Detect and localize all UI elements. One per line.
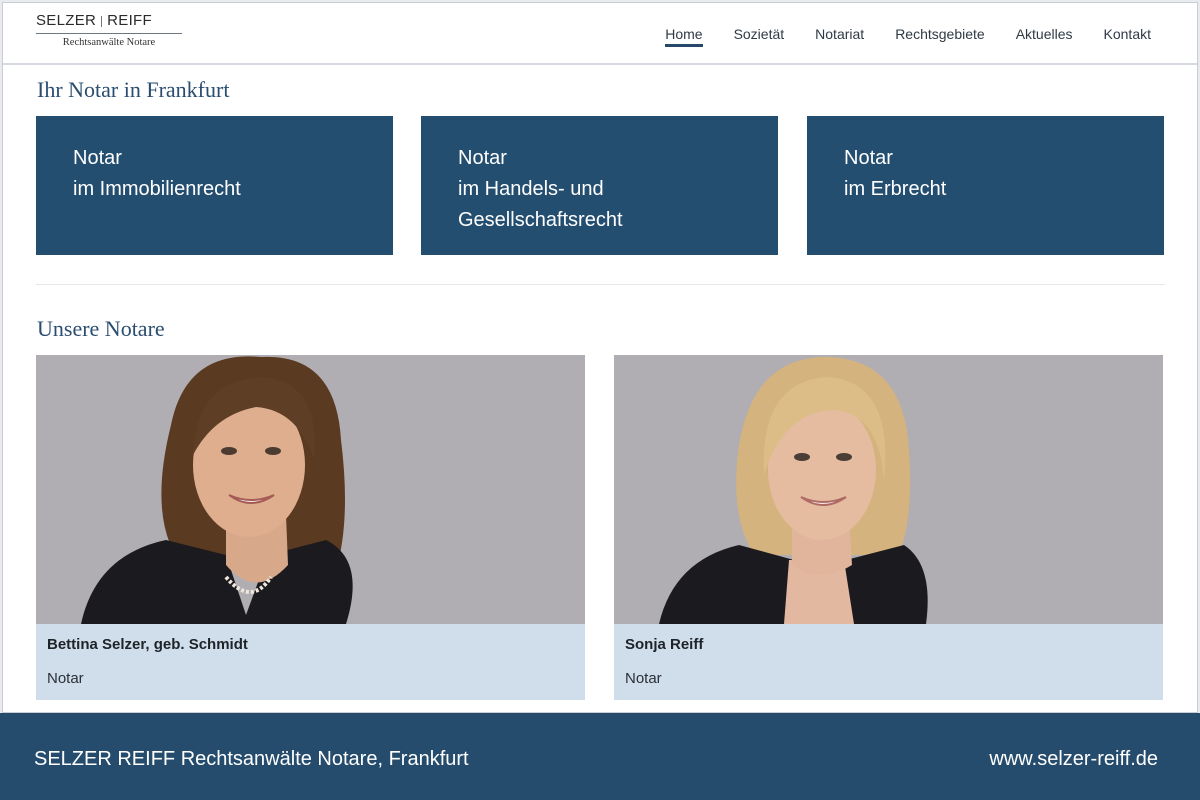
tile-line: im Erbrecht xyxy=(844,178,947,200)
nav-rechtsgebiete[interactable]: Rechtsgebiete xyxy=(895,3,985,42)
section-divider xyxy=(36,284,1165,285)
nav-aktuelles[interactable]: Aktuelles xyxy=(1016,3,1073,42)
portrait-photo xyxy=(614,355,1163,624)
site-header: SELZER REIFF Rechtsanwälte Notare Home S… xyxy=(3,3,1197,65)
tile-immobilienrecht[interactable]: Notar im Immobilienrecht xyxy=(36,116,393,255)
intro-heading: Ihr Notar in Frankfurt xyxy=(37,77,230,102)
logo-separator xyxy=(101,15,103,27)
notary-card-reiff[interactable]: Sonja Reiff Notar xyxy=(614,355,1163,700)
tile-line: Notar xyxy=(844,147,893,169)
footer-firm-name: SELZER REIFF Rechtsanwälte Notare, Frank… xyxy=(34,748,469,770)
notary-name: Bettina Selzer, geb. Schmidt xyxy=(47,636,248,653)
logo-subtitle: Rechtsanwälte Notare xyxy=(62,37,156,48)
main-navigation: Home Sozietät Notariat Rechtsgebiete Akt… xyxy=(634,3,1151,63)
portrait-illustration xyxy=(36,355,585,624)
browser-frame: SELZER REIFF Rechtsanwälte Notare Home S… xyxy=(2,2,1198,713)
notary-role: Notar xyxy=(47,670,84,687)
tile-line: Notar xyxy=(73,147,122,169)
logo-wordmark: SELZER REIFF xyxy=(36,12,186,30)
tile-line: im Handels- und xyxy=(458,178,604,200)
logo-name-right: REIFF xyxy=(107,12,152,29)
nav-kontakt[interactable]: Kontakt xyxy=(1104,3,1151,42)
site-logo[interactable]: SELZER REIFF Rechtsanwälte Notare xyxy=(36,12,186,48)
nav-home[interactable]: Home xyxy=(665,3,703,47)
tile-line: Gesellschaftsrecht xyxy=(458,209,623,231)
notary-role: Notar xyxy=(625,670,662,687)
tile-line: Notar xyxy=(458,147,507,169)
notary-card-selzer[interactable]: Bettina Selzer, geb. Schmidt Notar xyxy=(36,355,585,700)
footer-website[interactable]: www.selzer-reiff.de xyxy=(989,748,1158,771)
caption-footer: SELZER REIFF Rechtsanwälte Notare, Frank… xyxy=(0,713,1200,800)
nav-notariat[interactable]: Notariat xyxy=(815,3,864,42)
team-heading: Unsere Notare xyxy=(37,316,165,341)
nav-sozietaet[interactable]: Sozietät xyxy=(734,3,785,42)
tile-handels-gesellschaftsrecht[interactable]: Notar im Handels- und Gesellschaftsrecht xyxy=(421,116,778,255)
tile-line: im Immobilienrecht xyxy=(73,178,241,200)
portrait-photo xyxy=(36,355,585,624)
logo-rule xyxy=(36,33,182,34)
notary-name: Sonja Reiff xyxy=(625,636,704,653)
logo-name-left: SELZER xyxy=(36,12,97,29)
tile-erbrecht[interactable]: Notar im Erbrecht xyxy=(807,116,1164,255)
portrait-illustration xyxy=(614,355,1163,624)
